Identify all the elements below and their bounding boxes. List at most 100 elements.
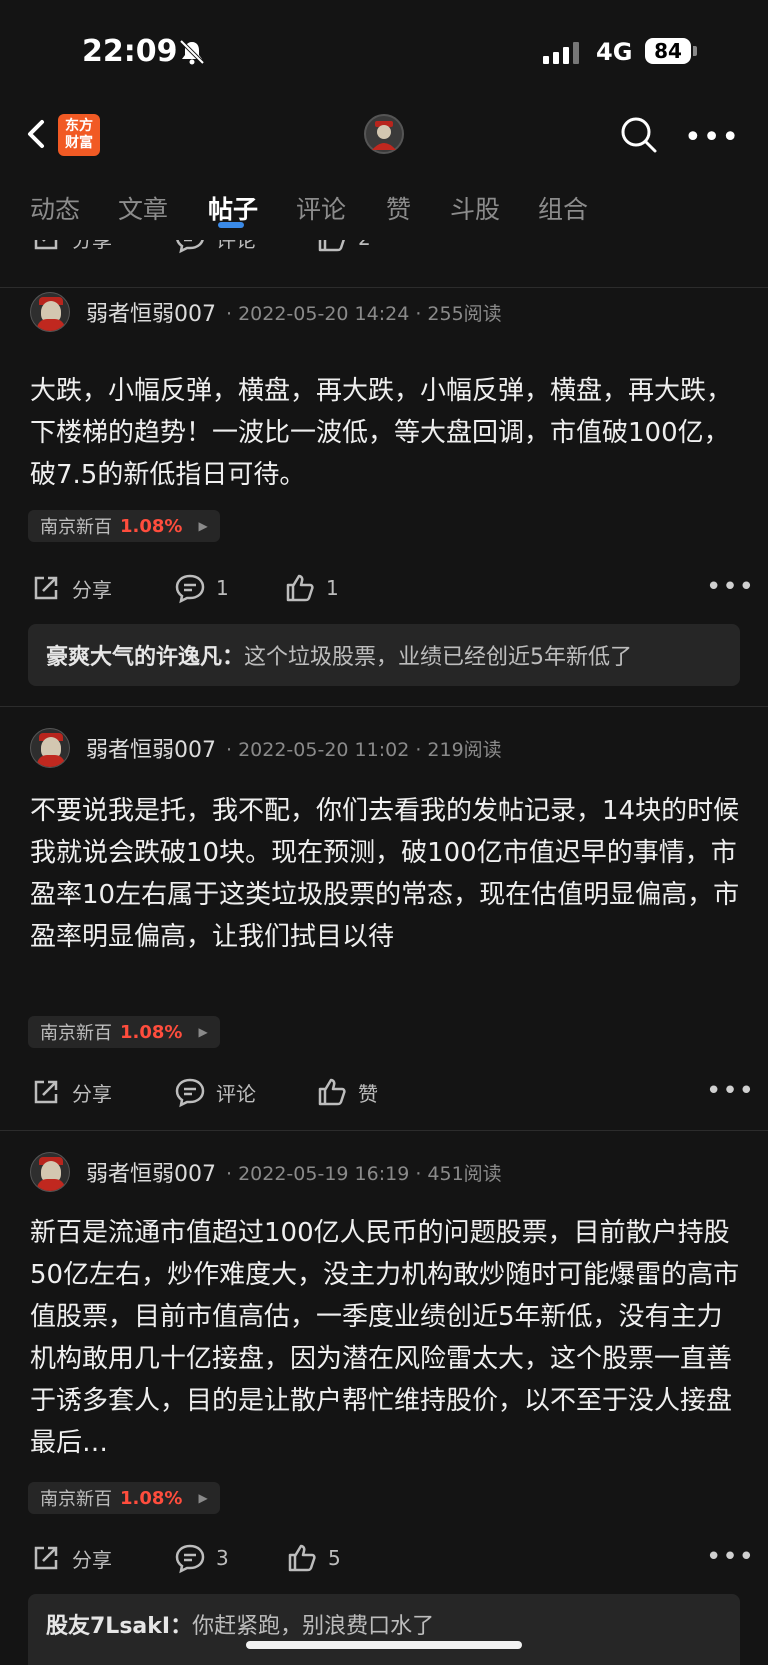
more-icon[interactable]: •••: [706, 240, 755, 252]
share-button[interactable]: 分享: [30, 572, 112, 604]
network-type: 4G: [596, 38, 633, 66]
thumbs-up-icon: [318, 240, 345, 252]
triangle-right-icon: ▶: [198, 519, 208, 533]
stock-tag[interactable]: 南京新百 1.08% ▶: [28, 510, 220, 542]
post-actions: 分享 评论 2 •••: [0, 240, 768, 262]
comment-count: 1: [216, 576, 229, 600]
post-content[interactable]: 不要说我是托，我不配，你们去看我的发帖记录，14块的时候我就说会跌破10块。现在…: [30, 790, 740, 958]
divider: [0, 287, 768, 288]
author-name[interactable]: 弱者恒弱007: [86, 1156, 216, 1188]
share-button[interactable]: 分享: [30, 1542, 112, 1574]
stock-change: 1.08%: [120, 1487, 183, 1509]
comment-text: 这个垃圾股票，业绩已经创近5年新低了: [244, 645, 633, 670]
comment-user[interactable]: 豪爽大气的许逸凡：: [46, 639, 244, 671]
post-header: 弱者恒弱007 · 2022-05-20 11:02 · 219阅读: [30, 728, 502, 768]
comment-user[interactable]: 股友7LsakI：: [46, 1608, 192, 1640]
share-icon: [34, 1546, 58, 1570]
stock-tag[interactable]: 南京新百 1.08% ▶: [28, 1016, 220, 1048]
share-button[interactable]: 分享: [30, 1076, 112, 1108]
post-actions: 分享 1 1 •••: [0, 572, 768, 612]
active-tab-indicator: [218, 222, 244, 228]
like-button[interactable]: 5: [286, 1542, 341, 1574]
post-content[interactable]: 新百是流通市值超过100亿人民币的问题股票，目前散户持股50亿左右，炒作难度大，…: [30, 1212, 740, 1464]
post-header: 弱者恒弱007 · 2022-05-19 16:19 · 451阅读: [30, 1152, 502, 1192]
stock-name: 南京新百: [40, 1023, 112, 1044]
comment-text: 你赶紧跑，别浪费口水了: [192, 1614, 435, 1639]
author-avatar[interactable]: [30, 728, 70, 768]
home-indicator[interactable]: [246, 1641, 522, 1649]
comment-button[interactable]: 1: [174, 572, 229, 604]
more-icon[interactable]: •••: [706, 1542, 755, 1572]
share-button[interactable]: 分享: [30, 240, 112, 254]
like-button[interactable]: 赞: [316, 1076, 378, 1108]
like-button[interactable]: 1: [284, 572, 339, 604]
tab-portfolios[interactable]: 组合: [538, 190, 588, 226]
featured-comment[interactable]: 股友7LsakI： 你赶紧跑，别浪费口水了: [28, 1594, 740, 1665]
stock-change: 1.08%: [120, 1021, 183, 1043]
tab-articles[interactable]: 文章: [118, 190, 168, 226]
comment-count: 3: [216, 1546, 229, 1570]
mute-bell-icon: [179, 39, 205, 65]
logo-text-top: 东方: [65, 118, 93, 134]
stock-tag[interactable]: 南京新百 1.08% ▶: [28, 1482, 220, 1514]
thumbs-up-icon: [286, 574, 314, 602]
author-name[interactable]: 弱者恒弱007: [86, 732, 216, 764]
stock-name: 南京新百: [40, 517, 112, 538]
post-content[interactable]: 大跌，小幅反弹，横盘，再大跌，小幅反弹，横盘，再大跌，下楼梯的趋势！一波比一波低…: [30, 370, 740, 496]
comment-button[interactable]: 评论: [174, 1076, 256, 1108]
like-button[interactable]: 2: [316, 240, 371, 254]
share-icon: [34, 1080, 58, 1104]
tab-posts[interactable]: 帖子: [208, 190, 258, 226]
tab-comments[interactable]: 评论: [296, 190, 346, 226]
battery-icon: 84: [645, 38, 691, 64]
comment-count: 评论: [216, 1081, 256, 1106]
battery-tip: [693, 46, 697, 56]
triangle-right-icon: ▶: [198, 1491, 208, 1505]
thumbs-up-icon: [318, 1078, 346, 1106]
status-bar: 22:09 4G 84: [0, 0, 768, 100]
comment-icon: [175, 1078, 205, 1108]
post-feed: 分享 评论 2 ••• 弱者恒弱007 · 2022-05-20 14:24 ·…: [0, 240, 768, 1665]
post-header: 弱者恒弱007 · 2022-05-20 14:24 · 255阅读: [30, 292, 502, 332]
tab-dynamics[interactable]: 动态: [30, 190, 80, 226]
thumbs-up-icon: [288, 1544, 316, 1572]
eastmoney-logo[interactable]: 东方 财富: [58, 114, 100, 156]
triangle-right-icon: ▶: [198, 1025, 208, 1039]
tab-stock-battles[interactable]: 斗股: [450, 190, 500, 226]
like-count: 2: [358, 240, 371, 250]
more-options-icon[interactable]: •••: [684, 120, 739, 155]
post-meta: · 2022-05-20 11:02 · 219阅读: [226, 738, 502, 761]
search-icon[interactable]: [618, 114, 658, 154]
share-icon: [34, 576, 58, 600]
profile-avatar[interactable]: [364, 114, 404, 154]
share-icon: [34, 240, 58, 250]
featured-comment[interactable]: 豪爽大气的许逸凡： 这个垃圾股票，业绩已经创近5年新低了: [28, 624, 740, 686]
god-of-wealth-icon: [372, 121, 396, 150]
comment-button[interactable]: 评论: [174, 240, 256, 254]
back-arrow-icon[interactable]: [22, 114, 52, 154]
like-count: 赞: [358, 1081, 378, 1106]
comment-button[interactable]: 3: [174, 1542, 229, 1574]
post-meta: · 2022-05-19 16:19 · 451阅读: [226, 1162, 502, 1185]
post-actions: 分享 评论 赞 •••: [0, 1076, 768, 1116]
comment-icon: [175, 574, 205, 604]
divider: [0, 1130, 768, 1131]
stock-change: 1.08%: [120, 515, 183, 537]
status-time: 22:09: [82, 34, 178, 69]
author-name[interactable]: 弱者恒弱007: [86, 296, 216, 328]
tab-likes[interactable]: 赞: [386, 190, 411, 226]
like-count: 1: [326, 576, 339, 600]
stock-name: 南京新百: [40, 1489, 112, 1510]
more-icon[interactable]: •••: [706, 1076, 755, 1106]
cell-signal-icon: [543, 40, 579, 64]
author-avatar[interactable]: [30, 292, 70, 332]
post-meta: · 2022-05-20 14:24 · 255阅读: [226, 302, 502, 325]
divider: [0, 706, 768, 707]
author-avatar[interactable]: [30, 1152, 70, 1192]
like-count: 5: [328, 1546, 341, 1570]
more-icon[interactable]: •••: [706, 572, 755, 602]
comment-count: 评论: [216, 240, 256, 253]
share-label: 分享: [72, 1547, 112, 1572]
logo-text-bottom: 财富: [65, 135, 93, 151]
share-label: 分享: [72, 577, 112, 602]
